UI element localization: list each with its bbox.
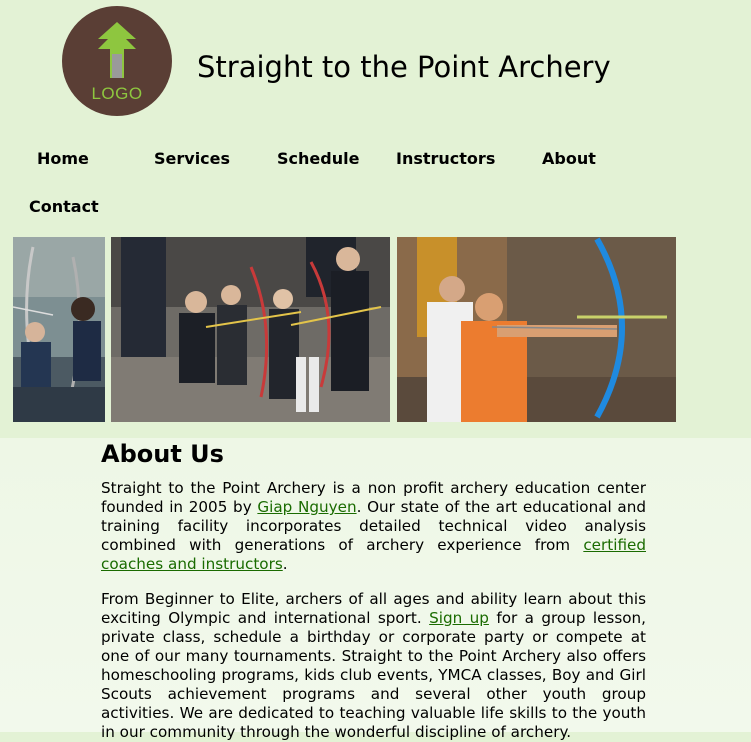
sign-up-link[interactable]: Sign up — [429, 609, 489, 627]
about-paragraph-1: Straight to the Point Archery is a non p… — [101, 479, 646, 574]
about-text: for a group lesson, private class, sched… — [101, 609, 646, 741]
gallery-photo-kids-archery — [111, 237, 390, 422]
about-text: . — [282, 555, 288, 573]
gallery-photo-archer-drawing — [397, 237, 676, 422]
about-paragraph-2: From Beginner to Elite, archers of all a… — [101, 590, 646, 742]
site-header: LOGO Straight to the Point Archery Home … — [0, 0, 751, 438]
nav-about[interactable]: About — [542, 149, 596, 168]
nav-instructors[interactable]: Instructors — [396, 149, 495, 168]
nav-home[interactable]: Home — [37, 149, 89, 168]
nav-schedule[interactable]: Schedule — [277, 149, 359, 168]
about-section: About Us Straight to the Point Archery i… — [0, 438, 751, 741]
logo-text: LOGO — [91, 84, 143, 103]
nav-contact[interactable]: Contact — [29, 197, 99, 216]
gallery-photo-archers-line — [13, 237, 105, 422]
about-heading: About Us — [101, 440, 224, 468]
founder-link[interactable]: Giap Nguyen — [257, 498, 356, 516]
site-title: Straight to the Point Archery — [197, 50, 611, 84]
site-logo[interactable]: LOGO — [62, 6, 172, 116]
nav-services[interactable]: Services — [154, 149, 230, 168]
